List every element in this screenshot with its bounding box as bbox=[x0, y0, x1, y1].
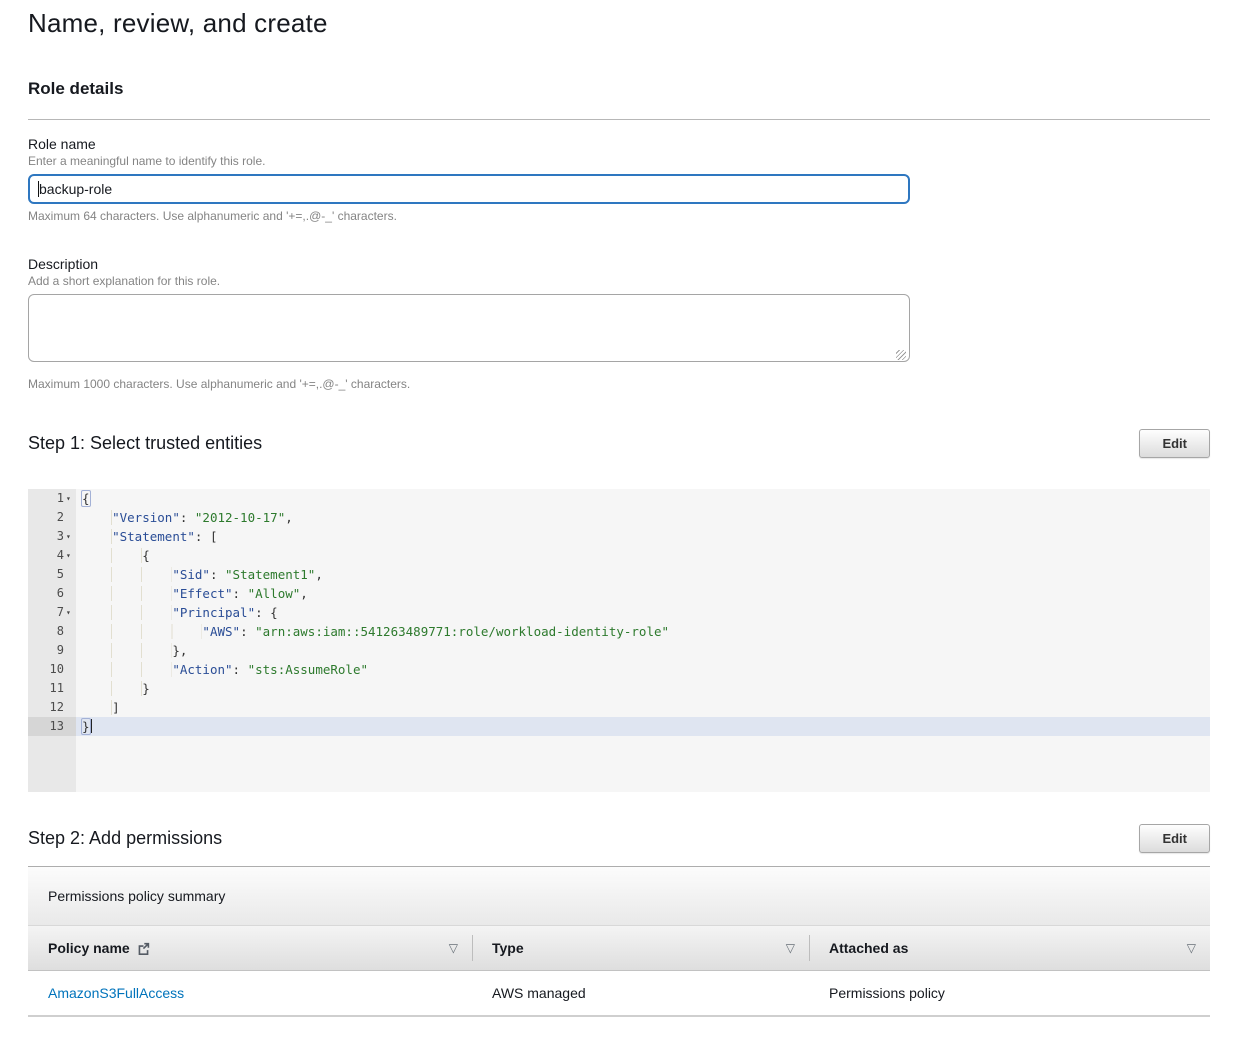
code-text: { bbox=[76, 489, 90, 508]
line-number: 8 bbox=[28, 622, 76, 641]
line-number: 7▾ bbox=[28, 603, 76, 622]
code-line-13[interactable]: 13} bbox=[28, 717, 1210, 736]
editor-code-lines: 1▾{2 "Version": "2012-10-17",3▾ "Stateme… bbox=[28, 489, 1210, 736]
column-header-policy-name[interactable]: Policy name ▽ bbox=[28, 926, 472, 970]
code-line-9[interactable]: 9 }, bbox=[28, 641, 1210, 660]
code-text: "Effect": "Allow", bbox=[76, 584, 308, 603]
description-label: Description bbox=[28, 256, 1210, 272]
fold-caret-icon[interactable]: ▾ bbox=[64, 489, 74, 508]
code-line-7[interactable]: 7▾ "Principal": { bbox=[28, 603, 1210, 622]
resize-grip-icon[interactable] bbox=[896, 350, 906, 360]
code-line-4[interactable]: 4▾ { bbox=[28, 546, 1210, 565]
code-line-6[interactable]: 6 "Effect": "Allow", bbox=[28, 584, 1210, 603]
policy-json-editor[interactable]: 1▾{2 "Version": "2012-10-17",3▾ "Stateme… bbox=[28, 489, 1210, 792]
code-line-3[interactable]: 3▾ "Statement": [ bbox=[28, 527, 1210, 546]
name-review-create-page: Name, review, and create Role details Ro… bbox=[0, 8, 1242, 1017]
permissions-panel-header: Permissions policy summary bbox=[28, 867, 1210, 926]
code-line-1[interactable]: 1▾{ bbox=[28, 489, 1210, 508]
fold-caret-icon[interactable]: ▾ bbox=[64, 603, 74, 622]
line-number: 10 bbox=[28, 660, 76, 679]
code-text: { bbox=[76, 546, 150, 565]
step1-heading: Step 1: Select trusted entities bbox=[28, 433, 262, 454]
line-number: 13 bbox=[28, 717, 76, 736]
description-hint: Add a short explanation for this role. bbox=[28, 274, 1210, 288]
line-number: 9 bbox=[28, 641, 76, 660]
step1-header-row: Step 1: Select trusted entities Edit bbox=[28, 429, 1210, 458]
code-line-2[interactable]: 2 "Version": "2012-10-17", bbox=[28, 508, 1210, 527]
role-name-label: Role name bbox=[28, 136, 1210, 152]
fold-caret-icon[interactable]: ▾ bbox=[64, 546, 74, 565]
policy-type-cell: AWS managed bbox=[472, 971, 809, 1015]
table-row: AmazonS3FullAccess AWS managed Permissio… bbox=[28, 971, 1210, 1017]
column-header-attached-as[interactable]: Attached as ▽ bbox=[809, 926, 1210, 970]
step2-heading: Step 2: Add permissions bbox=[28, 828, 222, 849]
permissions-summary-panel: Permissions policy summary Policy name ▽… bbox=[28, 867, 1210, 1017]
line-number: 6 bbox=[28, 584, 76, 603]
code-text: }, bbox=[76, 641, 187, 660]
role-name-hint: Enter a meaningful name to identify this… bbox=[28, 154, 1210, 168]
code-text: "AWS": "arn:aws:iam::541263489771:role/w… bbox=[76, 622, 669, 641]
text-cursor bbox=[91, 719, 92, 733]
code-line-5[interactable]: 5 "Sid": "Statement1", bbox=[28, 565, 1210, 584]
step2-header-row: Step 2: Add permissions Edit bbox=[28, 824, 1210, 853]
section-divider bbox=[28, 119, 1210, 120]
code-text: "Version": "2012-10-17", bbox=[76, 508, 293, 527]
code-line-10[interactable]: 10 "Action": "sts:AssumeRole" bbox=[28, 660, 1210, 679]
line-number: 5 bbox=[28, 565, 76, 584]
code-text: "Sid": "Statement1", bbox=[76, 565, 323, 584]
step1-edit-button[interactable]: Edit bbox=[1139, 429, 1210, 458]
role-name-constraint: Maximum 64 characters. Use alphanumeric … bbox=[28, 209, 1210, 223]
description-constraint: Maximum 1000 characters. Use alphanumeri… bbox=[28, 377, 1210, 391]
column-header-type[interactable]: Type ▽ bbox=[472, 926, 809, 970]
attached-as-cell: Permissions policy bbox=[809, 971, 1210, 1015]
policy-table-header: Policy name ▽ Type ▽ Attached as ▽ bbox=[28, 926, 1210, 971]
code-text: ] bbox=[76, 698, 120, 717]
role-name-field-wrap bbox=[28, 174, 910, 204]
line-number: 12 bbox=[28, 698, 76, 717]
code-text: } bbox=[76, 717, 92, 736]
line-number: 2 bbox=[28, 508, 76, 527]
sort-dropdown-icon[interactable]: ▽ bbox=[449, 941, 458, 955]
line-number: 11 bbox=[28, 679, 76, 698]
page-title: Name, review, and create bbox=[28, 8, 1210, 39]
code-text: "Principal": { bbox=[76, 603, 278, 622]
policy-link[interactable]: AmazonS3FullAccess bbox=[48, 985, 184, 1001]
line-number: 3▾ bbox=[28, 527, 76, 546]
code-text: "Statement": [ bbox=[76, 527, 217, 546]
code-line-12[interactable]: 12 ] bbox=[28, 698, 1210, 717]
sort-dropdown-icon[interactable]: ▽ bbox=[786, 941, 795, 955]
fold-caret-icon[interactable]: ▾ bbox=[64, 527, 74, 546]
code-text: "Action": "sts:AssumeRole" bbox=[76, 660, 368, 679]
code-text: } bbox=[76, 679, 150, 698]
description-textarea[interactable] bbox=[28, 294, 910, 362]
line-number: 4▾ bbox=[28, 546, 76, 565]
policy-name-cell: AmazonS3FullAccess bbox=[28, 971, 472, 1015]
line-number: 1▾ bbox=[28, 489, 76, 508]
code-line-8[interactable]: 8 "AWS": "arn:aws:iam::541263489771:role… bbox=[28, 622, 1210, 641]
text-cursor bbox=[38, 181, 39, 197]
external-link-icon bbox=[137, 942, 150, 955]
role-details-heading: Role details bbox=[28, 79, 1210, 99]
code-line-11[interactable]: 11 } bbox=[28, 679, 1210, 698]
sort-dropdown-icon[interactable]: ▽ bbox=[1187, 941, 1196, 955]
permissions-panel-title: Permissions policy summary bbox=[48, 888, 225, 904]
role-name-input[interactable] bbox=[28, 174, 910, 204]
description-field-wrap bbox=[28, 294, 910, 367]
step2-edit-button[interactable]: Edit bbox=[1139, 824, 1210, 853]
